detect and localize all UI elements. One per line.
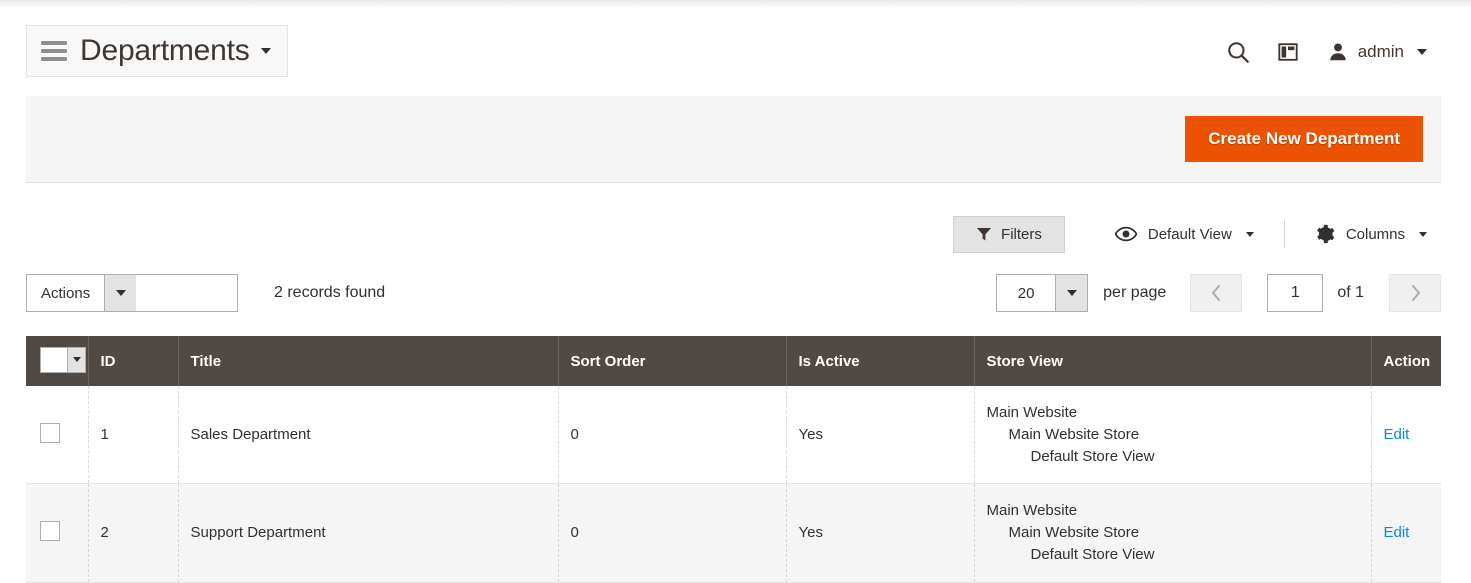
mass-actions-value: Actions [27, 275, 104, 311]
cell-title: Support Department [178, 484, 558, 582]
cell-sort-order: 0 [558, 386, 786, 484]
store-view-tree: Main Website Main Website Store Default … [987, 402, 1359, 467]
header-actions: admin [1213, 32, 1427, 72]
cell-action: Edit [1371, 386, 1441, 484]
hamburger-icon[interactable] [41, 41, 67, 61]
select-all-dropdown-button[interactable] [67, 348, 85, 372]
page-title-menu[interactable]: Departments [26, 25, 288, 77]
per-page-caret-button[interactable] [1055, 275, 1087, 311]
column-header-title[interactable]: Title [178, 336, 558, 386]
table-row[interactable]: 2 Support Department 0 Yes Main Website … [26, 484, 1441, 582]
departments-grid: ID Title Sort Order Is Active Store View… [26, 336, 1441, 583]
grid-toolbar-controls: Filters Default View Columns [953, 215, 1441, 253]
store-view-view: Default Store View [987, 446, 1359, 468]
cell-is-active: Yes [786, 386, 974, 484]
filters-label: Filters [1001, 226, 1042, 243]
chevron-down-icon[interactable] [1419, 232, 1427, 237]
store-view-view: Default Store View [987, 544, 1359, 566]
grid-actions-area: Actions 2 records found [26, 274, 385, 312]
previous-page-button[interactable] [1190, 274, 1242, 312]
user-avatar-icon [1327, 41, 1349, 63]
select-all-control[interactable] [40, 347, 86, 373]
chevron-down-icon [116, 290, 126, 296]
storefront-window-icon [1277, 41, 1299, 63]
store-view-store: Main Website Store [987, 424, 1359, 446]
columns-selector[interactable]: Columns [1301, 215, 1441, 253]
cell-is-active: Yes [786, 484, 974, 582]
store-view-tree: Main Website Main Website Store Default … [987, 500, 1359, 565]
store-view-website: Main Website [987, 500, 1359, 522]
chevron-down-icon [73, 357, 81, 362]
select-all-checkbox[interactable] [41, 348, 67, 372]
row-select-cell[interactable] [26, 386, 88, 484]
cell-action: Edit [1371, 484, 1441, 582]
top-gradient-strip [0, 0, 1471, 8]
row-select-cell[interactable] [26, 484, 88, 582]
column-header-store-view[interactable]: Store View [974, 336, 1371, 386]
chevron-right-icon [1409, 284, 1422, 302]
page-title: Departments [80, 36, 250, 66]
column-header-select-all[interactable] [26, 336, 88, 386]
default-view-label: Default View [1148, 226, 1232, 243]
row-checkbox[interactable] [40, 423, 60, 443]
per-page-value: 20 [997, 275, 1055, 311]
row-checkbox[interactable] [40, 521, 60, 541]
mass-actions-select[interactable]: Actions [26, 274, 238, 312]
column-header-is-active[interactable]: Is Active [786, 336, 974, 386]
toolbar-divider [1284, 220, 1285, 248]
chevron-down-icon[interactable] [261, 48, 271, 54]
cell-id: 1 [88, 386, 178, 484]
cell-title: Sales Department [178, 386, 558, 484]
column-header-action: Action [1371, 336, 1441, 386]
page-actions-bar: Create New Department [26, 96, 1441, 183]
chevron-down-icon[interactable] [1246, 232, 1254, 237]
page-number-input[interactable] [1267, 274, 1323, 312]
grid-toolbar: Filters Default View Columns [26, 200, 1441, 330]
admin-page: Departments [0, 0, 1471, 579]
records-found-label: 2 records found [274, 284, 385, 302]
per-page-select[interactable]: 20 [996, 274, 1088, 312]
cell-store-view: Main Website Main Website Store Default … [974, 484, 1371, 582]
funnel-icon [976, 226, 992, 242]
total-pages-label: of 1 [1337, 284, 1364, 302]
table-row[interactable]: 1 Sales Department 0 Yes Main Website Ma… [26, 386, 1441, 484]
next-page-button[interactable] [1389, 274, 1441, 312]
store-view-store: Main Website Store [987, 522, 1359, 544]
gear-icon [1315, 224, 1335, 244]
edit-link[interactable]: Edit [1384, 426, 1410, 443]
chevron-left-icon [1210, 284, 1223, 302]
default-view-selector[interactable]: Default View [1101, 217, 1268, 252]
storefront-button[interactable] [1263, 32, 1313, 72]
user-name: admin [1358, 42, 1404, 62]
filters-button[interactable]: Filters [953, 216, 1065, 253]
eye-icon [1115, 226, 1137, 242]
user-menu[interactable]: admin [1327, 41, 1427, 63]
cell-id: 2 [88, 484, 178, 582]
cell-store-view: Main Website Main Website Store Default … [974, 386, 1371, 484]
search-button[interactable] [1213, 32, 1263, 72]
per-page-label: per page [1103, 284, 1166, 302]
create-new-department-button[interactable]: Create New Department [1185, 116, 1423, 162]
page-header: Departments [26, 8, 1441, 94]
column-header-id[interactable]: ID [88, 336, 178, 386]
cell-sort-order: 0 [558, 484, 786, 582]
grid-pagination: 20 per page of 1 [996, 274, 1441, 312]
column-header-sort-order[interactable]: Sort Order [558, 336, 786, 386]
table-header-row: ID Title Sort Order Is Active Store View… [26, 336, 1441, 386]
edit-link[interactable]: Edit [1384, 524, 1410, 541]
store-view-website: Main Website [987, 402, 1359, 424]
mass-actions-caret-button[interactable] [104, 275, 136, 311]
chevron-down-icon[interactable] [1417, 49, 1427, 55]
chevron-down-icon [1067, 290, 1077, 296]
search-icon [1225, 39, 1251, 65]
columns-label: Columns [1346, 226, 1405, 243]
